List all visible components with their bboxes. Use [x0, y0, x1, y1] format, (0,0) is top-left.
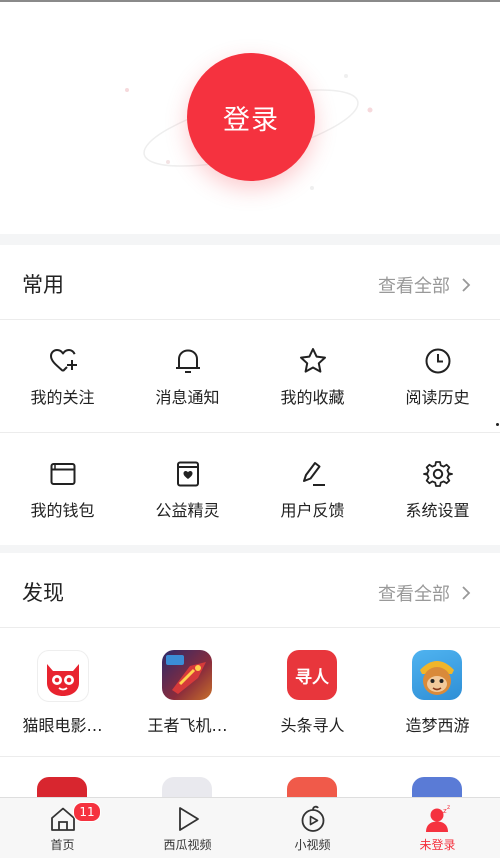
scroll-indicator	[496, 423, 499, 426]
tab-label: 小视频	[294, 838, 331, 852]
common-row-1: 我的关注 消息通知 我的收藏 阅读历史	[0, 320, 500, 433]
tab-label: 首页	[50, 838, 75, 852]
small-video-icon	[301, 805, 324, 832]
discover-view-all-link[interactable]: 查看全部	[378, 580, 474, 606]
feedback-button[interactable]: 用户反馈	[250, 433, 375, 545]
my-follow-button[interactable]: 我的关注	[0, 320, 125, 432]
login-button[interactable]: 登录	[187, 53, 315, 181]
fighter-game-icon	[162, 650, 212, 700]
cell-label: 消息通知	[155, 388, 220, 407]
app-label: 猫眼电影…	[22, 716, 103, 735]
xunren-icon: 寻人	[287, 650, 337, 700]
cell-label: 我的钱包	[30, 501, 95, 520]
common-title: 常用	[22, 273, 64, 297]
app-label: 头条寻人	[280, 716, 345, 735]
favorites-button[interactable]: 我的收藏	[250, 320, 375, 432]
tab-home[interactable]: 11 首页	[0, 798, 125, 858]
edit-icon	[302, 462, 325, 486]
gear-icon	[422, 461, 453, 487]
user-icon: z z	[425, 804, 450, 832]
cell-label: 用户反馈	[280, 501, 345, 520]
discover-section: 发现 查看全部 猫眼电影… 王者飞机… 寻人 头条寻人 造梦西游	[0, 553, 500, 827]
app-xunren[interactable]: 寻人 头条寻人	[250, 628, 375, 756]
discover-title: 发现	[22, 581, 64, 605]
chevron-right-icon	[462, 586, 471, 600]
common-header: 常用 查看全部	[0, 245, 500, 320]
discover-apps-row: 猫眼电影… 王者飞机… 寻人 头条寻人 造梦西游	[0, 628, 500, 757]
clock-icon	[425, 348, 450, 374]
cell-label: 公益精灵	[155, 501, 220, 520]
app-label: 造梦西游	[405, 716, 470, 735]
maoyan-cat-icon	[37, 650, 89, 702]
app-zaomeng[interactable]: 造梦西游	[375, 628, 500, 756]
app-label: 王者飞机…	[147, 716, 228, 735]
common-row-2: 我的钱包 公益精灵 用户反馈 系统设置	[0, 433, 500, 545]
view-all-label: 查看全部	[378, 584, 450, 605]
xunren-icon-text: 寻人	[295, 667, 329, 688]
cell-label: 阅读历史	[405, 388, 470, 407]
notifications-button[interactable]: 消息通知	[125, 320, 250, 432]
charity-box-icon	[176, 461, 199, 487]
monkey-game-icon	[412, 650, 462, 700]
notification-badge: 11	[73, 802, 101, 822]
tab-label: 西瓜视频	[163, 838, 212, 852]
view-all-label: 查看全部	[378, 276, 450, 297]
settings-button[interactable]: 系统设置	[375, 433, 500, 545]
login-hero: 登录	[0, 2, 500, 234]
wallet-button[interactable]: 我的钱包	[0, 433, 125, 545]
bottom-tab-bar: 11 首页 西瓜视频 小视频 z z 未登录	[0, 797, 500, 858]
chevron-right-icon	[462, 278, 471, 292]
play-icon	[178, 807, 199, 831]
wallet-icon	[50, 463, 75, 485]
tab-small-video[interactable]: 小视频	[250, 798, 375, 858]
app-fighter-game[interactable]: 王者飞机…	[125, 628, 250, 756]
bell-icon	[175, 349, 200, 373]
charity-button[interactable]: 公益精灵	[125, 433, 250, 545]
tab-not-logged-in[interactable]: z z 未登录	[375, 798, 500, 858]
common-section: 常用 查看全部 我的关注 消息通知 我的收藏 阅读历史 我的钱包 公益精灵 用户…	[0, 245, 500, 545]
cell-label: 我的关注	[30, 388, 95, 407]
star-icon	[299, 348, 326, 373]
read-history-button[interactable]: 阅读历史	[375, 320, 500, 432]
app-maoyan[interactable]: 猫眼电影…	[0, 628, 125, 756]
cell-label: 我的收藏	[280, 388, 345, 407]
cell-label: 系统设置	[405, 501, 470, 520]
tab-label: 未登录	[419, 838, 456, 852]
discover-header: 发现 查看全部	[0, 553, 500, 628]
svg-text:z: z	[447, 804, 450, 811]
common-view-all-link[interactable]: 查看全部	[378, 272, 474, 298]
heart-plus-icon	[49, 349, 77, 372]
tab-xigua-video[interactable]: 西瓜视频	[125, 798, 250, 858]
